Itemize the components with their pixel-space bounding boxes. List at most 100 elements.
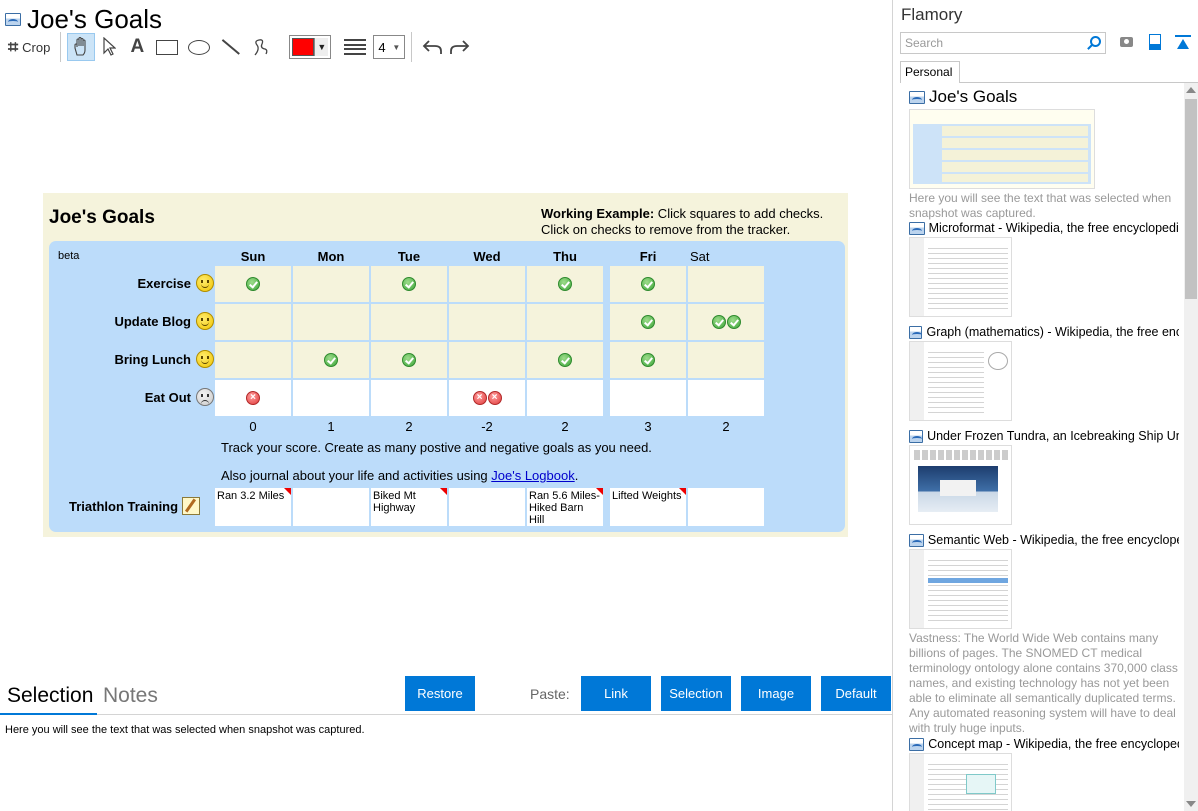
tab-notes[interactable]: Notes [103,684,158,708]
goal-cell[interactable] [215,304,291,340]
cross-icon[interactable]: × [487,391,502,405]
goal-cell[interactable] [293,304,369,340]
goal-cell[interactable] [449,266,525,302]
goal-cell[interactable]: × [215,380,291,416]
check-icon[interactable] [641,315,655,329]
check-icon[interactable] [558,353,572,367]
paste-link-button[interactable]: Link [581,676,651,711]
check-icon[interactable] [726,315,741,329]
goal-cell[interactable] [688,380,764,416]
snapshot-list-item[interactable]: Semantic Web - Wikipedia, the free encyc… [909,533,1179,736]
goal-cell[interactable] [293,266,369,302]
line-tool-button[interactable] [215,33,247,61]
journal-cell[interactable] [293,488,369,526]
snapshot-page-title: Joe's Goals [49,207,155,228]
snapshot-icon [909,221,925,235]
goal-cell[interactable] [527,304,603,340]
text-icon: A [130,36,145,57]
goal-cell[interactable] [371,304,447,340]
goal-cell[interactable] [215,342,291,378]
cross-icon[interactable]: × [472,391,487,405]
hand-tool-button[interactable] [67,33,96,61]
journal-cell[interactable]: Ran 5.6 Miles-Hiked Barn Hill [527,488,603,526]
logbook-link[interactable]: Joe's Logbook [491,468,574,483]
journal-entry: Ran 5.6 Miles-Hiked Barn Hill [529,490,600,526]
goal-cell[interactable] [371,342,447,378]
paste-image-button[interactable]: Image [741,676,811,711]
app-name: Flamory [901,5,963,24]
snapshot-thumbnail [909,753,1012,811]
paste-selection-button[interactable]: Selection [661,676,731,711]
goal-cell[interactable] [371,266,447,302]
scroll-down-icon[interactable] [1186,801,1196,807]
snapshot-list-item[interactable]: Graph (mathematics) - Wikipedia, the fre… [909,325,1179,421]
check-icon[interactable] [711,315,726,329]
paste-default-button[interactable]: Default [821,676,891,711]
redo-button[interactable] [446,33,474,61]
goal-cell[interactable] [215,266,291,302]
check-icon[interactable] [324,353,338,367]
goal-cell[interactable] [688,342,764,378]
snapshot-list-item[interactable]: Concept map - Wikipedia, the free encycl… [909,737,1179,811]
goal-cell[interactable] [293,342,369,378]
goal-cell[interactable] [527,266,603,302]
goal-cell[interactable] [610,304,686,340]
check-icon[interactable] [402,353,416,367]
restore-button[interactable]: Restore [405,676,475,711]
scroll-up-icon[interactable] [1186,87,1196,93]
snapshot-list-item[interactable]: Joe's Goals Here you will see the text t… [909,87,1179,221]
goal-cell[interactable] [610,266,686,302]
bottom-panel: Selection Notes Restore Paste: Link Sele… [0,676,893,811]
day-header: Sat [690,249,710,264]
check-icon[interactable] [641,353,655,367]
scroll-to-top-icon[interactable] [1175,34,1191,50]
cross-icon[interactable]: × [246,391,260,405]
sidebar-scrollbar[interactable] [1184,83,1198,811]
text-tool-button[interactable]: A [123,33,151,61]
goal-cell[interactable] [293,380,369,416]
annotation-toolbar: ⌗ Crop A ▼ 4 ▼ [4,32,474,62]
rectangle-tool-button[interactable] [151,33,183,61]
goal-cell[interactable] [688,266,764,302]
snapshot-list-item[interactable]: Under Frozen Tundra, an Icebreaking Ship… [909,429,1179,525]
journal-cell[interactable] [449,488,525,526]
crop-button[interactable]: ⌗ Crop [4,33,54,61]
journal-cell[interactable]: Lifted Weights [610,488,686,526]
goal-cell[interactable] [449,342,525,378]
check-icon[interactable] [402,277,416,291]
journal-cell[interactable]: Biked Mt Highway [371,488,447,526]
line-width-button[interactable] [341,33,369,61]
color-picker[interactable]: ▼ [289,33,332,61]
day-score: -2 [481,419,493,434]
tab-personal[interactable]: Personal [900,61,960,83]
ellipse-tool-button[interactable] [183,33,215,61]
goal-cell[interactable] [527,380,603,416]
line-width-select[interactable]: 4 ▼ [373,35,406,59]
day-header: Mon [317,249,345,264]
search-input[interactable]: Search [900,32,1106,54]
goal-cell[interactable] [610,380,686,416]
goal-cell[interactable]: × × [449,380,525,416]
tab-selection[interactable]: Selection [7,684,93,708]
snapshot-list-item[interactable]: Microformat - Wikipedia, the free encycl… [909,221,1179,317]
camera-icon[interactable] [1120,37,1133,47]
check-icon[interactable] [641,277,655,291]
goal-cell[interactable] [371,380,447,416]
goal-cell[interactable] [449,304,525,340]
scrollbar-thumb[interactable] [1185,99,1197,299]
journal-cell[interactable] [688,488,764,526]
search-icon[interactable] [1090,36,1101,47]
goal-cell[interactable] [610,342,686,378]
document-icon[interactable] [1149,34,1161,50]
freehand-tool-button[interactable] [247,33,275,61]
journal-cell[interactable]: Ran 3.2 Miles [215,488,291,526]
check-icon[interactable] [558,277,572,291]
goal-cell[interactable] [527,342,603,378]
undo-button[interactable] [418,33,446,61]
goal-cell[interactable] [688,304,764,340]
check-icon[interactable] [246,277,260,291]
chevron-down-icon: ▼ [314,38,329,56]
snapshot-item-title: Microformat - Wikipedia, the free encycl… [928,221,1179,235]
pointer-tool-button[interactable] [95,33,123,61]
color-dropdown[interactable]: ▼ [289,35,332,59]
